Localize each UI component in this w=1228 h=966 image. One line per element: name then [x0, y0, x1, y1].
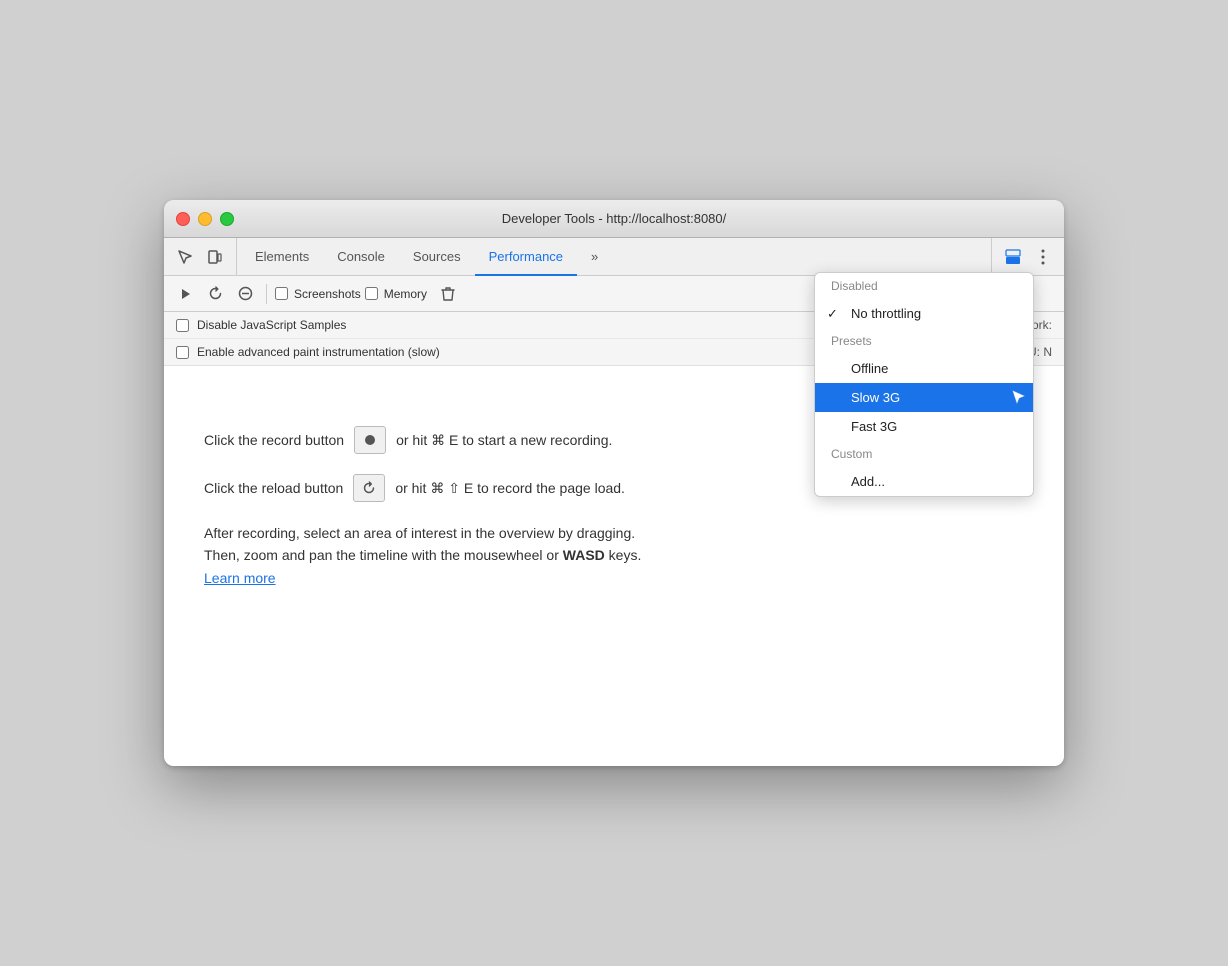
reload-record-button[interactable] [202, 281, 228, 307]
screenshots-checkbox[interactable] [275, 287, 288, 300]
maximize-button[interactable] [220, 212, 234, 226]
record-shortcut-text: or hit ⌘ E to start a new recording. [396, 430, 612, 451]
advanced-paint-checkbox[interactable] [176, 346, 189, 359]
tab-list: Elements Console Sources Performance » [241, 238, 991, 275]
reload-shortcut-text: or hit ⌘ ⇧ E to record the page load. [395, 478, 625, 499]
devtools-nav-icons [172, 238, 237, 275]
screenshots-checkbox-label[interactable]: Screenshots [275, 287, 361, 301]
disable-js-checkbox[interactable] [176, 319, 189, 332]
clear-button[interactable] [232, 281, 258, 307]
menu-item-disabled-header: Disabled [815, 273, 1033, 299]
traffic-lights [176, 212, 234, 226]
close-button[interactable] [176, 212, 190, 226]
dock-icon[interactable] [1000, 244, 1026, 270]
cursor-icon[interactable] [172, 244, 198, 270]
record-button[interactable] [172, 281, 198, 307]
record-instruction-text: Click the record button [204, 430, 344, 451]
memory-checkbox[interactable] [365, 287, 378, 300]
reload-instruction-text: Click the reload button [204, 478, 343, 499]
menu-item-custom-header: Custom [815, 441, 1033, 467]
reload-button-inline [353, 474, 385, 502]
title-bar: Developer Tools - http://localhost:8080/ [164, 200, 1064, 238]
checkmark-icon: ✓ [827, 306, 838, 322]
menu-item-offline[interactable]: Offline [815, 354, 1033, 383]
menu-item-add[interactable]: Add... [815, 467, 1033, 496]
menu-item-fast-3g[interactable]: Fast 3G [815, 412, 1033, 441]
window-title: Developer Tools - http://localhost:8080/ [502, 211, 727, 226]
tab-performance[interactable]: Performance [475, 239, 577, 276]
learn-more-link[interactable]: Learn more [204, 570, 276, 586]
tab-bar-actions [991, 238, 1056, 275]
description-text: After recording, select an area of inter… [204, 522, 964, 589]
tab-elements[interactable]: Elements [241, 239, 323, 276]
menu-item-presets-header: Presets [815, 328, 1033, 354]
minimize-button[interactable] [198, 212, 212, 226]
record-button-inline [354, 426, 386, 454]
wasd-label: WASD [563, 547, 605, 563]
menu-item-slow-3g[interactable]: Slow 3G [815, 383, 1033, 412]
more-options-icon[interactable] [1030, 244, 1056, 270]
network-throttling-dropdown[interactable]: Disabled ✓ No throttling Presets Offline… [814, 272, 1034, 497]
tab-sources[interactable]: Sources [399, 239, 475, 276]
device-toolbar-icon[interactable] [202, 244, 228, 270]
devtools-window: Developer Tools - http://localhost:8080/… [164, 200, 1064, 766]
tab-console[interactable]: Console [323, 239, 399, 276]
toolbar-separator-1 [266, 284, 267, 304]
trash-icon[interactable] [435, 281, 461, 307]
menu-item-no-throttling[interactable]: ✓ No throttling [815, 299, 1033, 328]
tab-more[interactable]: » [577, 239, 612, 276]
tab-bar: Elements Console Sources Performance » [164, 238, 1064, 276]
memory-checkbox-label[interactable]: Memory [365, 287, 427, 301]
